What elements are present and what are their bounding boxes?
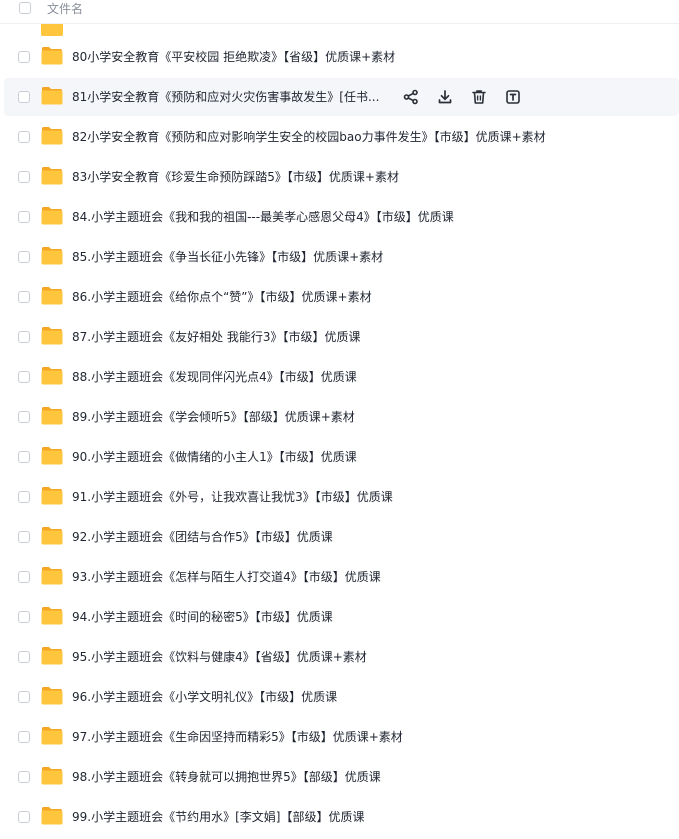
share-icon[interactable] [402, 88, 420, 106]
folder-icon [41, 367, 63, 385]
folder-icon [41, 327, 63, 345]
file-name[interactable]: 94.小学主题班会《时间的秘密5》【市级】优质课 [72, 598, 333, 636]
file-name[interactable]: 92.小学主题班会《团结与合作5》【市级】优质课 [72, 518, 333, 556]
row-checkbox[interactable] [18, 691, 30, 703]
row-checkbox[interactable] [18, 651, 30, 663]
row-checkbox[interactable] [18, 91, 30, 103]
row-checkbox[interactable] [18, 411, 30, 423]
file-name[interactable]: 93.小学主题班会《怎样与陌生人打交道4》【市级】优质课 [72, 558, 381, 596]
row-checkbox[interactable] [18, 771, 30, 783]
file-name[interactable]: 98.小学主题班会《转身就可以拥抱世界5》【部级】优质课 [72, 758, 381, 796]
row-checkbox[interactable] [18, 131, 30, 143]
table-row[interactable]: 89.小学主题班会《学会倾听5》【部级】优质课+素材 [4, 398, 679, 436]
row-checkbox[interactable] [18, 611, 30, 623]
file-name[interactable]: 83小学安全教育《珍爱生命预防踩踏5》【市级】优质课+素材 [72, 158, 399, 196]
table-row[interactable]: 81小学安全教育《预防和应对火灾伤害事故发生》[任书... [4, 78, 679, 116]
file-name[interactable]: 89.小学主题班会《学会倾听5》【部级】优质课+素材 [72, 398, 355, 436]
folder-icon [41, 687, 63, 705]
row-checkbox[interactable] [18, 371, 30, 383]
select-all-checkbox[interactable] [19, 2, 31, 14]
file-name[interactable]: 91.小学主题班会《外号，让我欢喜让我忧3》【市级】优质课 [72, 478, 393, 516]
file-name[interactable]: 90.小学主题班会《做情绪的小主人1》【市级】优质课 [72, 438, 357, 476]
row-checkbox[interactable] [18, 171, 30, 183]
file-name[interactable]: 80小学安全教育《平安校园 拒绝欺凌》【省级】优质课+素材 [72, 38, 395, 76]
row-checkbox[interactable] [18, 331, 30, 343]
file-name[interactable]: 99.小学主题班会《节约用水》[李文娟]【部级】优质课 [72, 798, 364, 836]
download-icon[interactable] [436, 88, 454, 106]
folder-icon [41, 807, 63, 825]
folder-icon [41, 447, 63, 465]
row-checkbox[interactable] [18, 251, 30, 263]
file-name[interactable]: 84.小学主题班会《我和我的祖国---最美孝心感恩父母4》【市级】优质课 [72, 198, 454, 236]
table-row[interactable]: 80小学安全教育《平安校园 拒绝欺凌》【省级】优质课+素材 [4, 38, 679, 76]
folder-icon [41, 527, 63, 545]
table-row[interactable]: 94.小学主题班会《时间的秘密5》【市级】优质课 [4, 598, 679, 636]
folder-icon [41, 407, 63, 425]
table-row[interactable]: 88.小学主题班会《发现同伴闪光点4》【市级】优质课 [4, 358, 679, 396]
folder-icon [41, 607, 63, 625]
file-name[interactable]: 82小学安全教育《预防和应对影响学生安全的校园bao力事件发生》【市级】优质课+… [72, 118, 546, 156]
table-row[interactable]: 98.小学主题班会《转身就可以拥抱世界5》【部级】优质课 [4, 758, 679, 796]
row-checkbox[interactable] [18, 451, 30, 463]
table-row[interactable]: 93.小学主题班会《怎样与陌生人打交道4》【市级】优质课 [4, 558, 679, 596]
list-header: 文件名 [0, 0, 679, 24]
file-name[interactable]: 86.小学主题班会《给你点个“赞”》【市级】优质课+素材 [72, 278, 372, 316]
table-row[interactable]: 95.小学主题班会《饮料与健康4》【省级】优质课+素材 [4, 638, 679, 676]
row-checkbox[interactable] [18, 211, 30, 223]
folder-icon [41, 22, 63, 36]
folder-icon [41, 567, 63, 585]
more-icon[interactable] [504, 88, 522, 106]
table-row[interactable]: 83小学安全教育《珍爱生命预防踩踏5》【市级】优质课+素材 [4, 158, 679, 196]
file-list-page: 文件名 80小学安全教育《平安校园 拒绝欺凌》【省级】优质课+素材 81小学安全教… [0, 0, 679, 839]
table-row[interactable]: 91.小学主题班会《外号，让我欢喜让我忧3》【市级】优质课 [4, 478, 679, 516]
file-name[interactable]: 81小学安全教育《预防和应对火灾伤害事故发生》[任书... [72, 78, 379, 116]
folder-icon [41, 207, 63, 225]
row-checkbox[interactable] [18, 731, 30, 743]
row-checkbox[interactable] [18, 491, 30, 503]
table-row[interactable]: 99.小学主题班会《节约用水》[李文娟]【部级】优质课 [4, 798, 679, 836]
table-row[interactable]: 84.小学主题班会《我和我的祖国---最美孝心感恩父母4》【市级】优质课 [4, 198, 679, 236]
row-checkbox[interactable] [18, 291, 30, 303]
folder-icon [41, 167, 63, 185]
file-name[interactable]: 95.小学主题班会《饮料与健康4》【省级】优质课+素材 [72, 638, 367, 676]
folder-icon [41, 87, 63, 105]
table-row[interactable]: 90.小学主题班会《做情绪的小主人1》【市级】优质课 [4, 438, 679, 476]
folder-icon [41, 487, 63, 505]
table-row[interactable]: 85.小学主题班会《争当长征小先锋》【市级】优质课+素材 [4, 238, 679, 276]
folder-icon [41, 647, 63, 665]
table-row[interactable]: 86.小学主题班会《给你点个“赞”》【市级】优质课+素材 [4, 278, 679, 316]
row-checkbox[interactable] [18, 51, 30, 63]
row-checkbox[interactable] [18, 571, 30, 583]
folder-icon [41, 767, 63, 785]
table-row[interactable]: 96.小学主题班会《小学文明礼仪》【市级】优质课 [4, 678, 679, 716]
delete-icon[interactable] [470, 88, 488, 106]
folder-icon [41, 287, 63, 305]
column-title-filename[interactable]: 文件名 [47, 1, 83, 17]
file-name[interactable]: 87.小学主题班会《友好相处 我能行3》【市级】优质课 [72, 318, 361, 356]
file-name[interactable]: 97.小学主题班会《生命因坚持而精彩5》【市级】优质课+素材 [72, 718, 403, 756]
table-row[interactable]: 92.小学主题班会《团结与合作5》【市级】优质课 [4, 518, 679, 556]
table-row[interactable]: 97.小学主题班会《生命因坚持而精彩5》【市级】优质课+素材 [4, 718, 679, 756]
folder-icon [41, 127, 63, 145]
table-row[interactable]: 87.小学主题班会《友好相处 我能行3》【市级】优质课 [4, 318, 679, 356]
file-name[interactable]: 88.小学主题班会《发现同伴闪光点4》【市级】优质课 [72, 358, 357, 396]
folder-icon [41, 727, 63, 745]
row-checkbox[interactable] [18, 531, 30, 543]
row-checkbox[interactable] [18, 811, 30, 823]
folder-icon [41, 47, 63, 65]
file-name[interactable]: 96.小学主题班会《小学文明礼仪》【市级】优质课 [72, 678, 337, 716]
table-row[interactable]: 82小学安全教育《预防和应对影响学生安全的校园bao力事件发生》【市级】优质课+… [4, 118, 679, 156]
file-name[interactable]: 85.小学主题班会《争当长征小先锋》【市级】优质课+素材 [72, 238, 383, 276]
folder-icon [41, 247, 63, 265]
